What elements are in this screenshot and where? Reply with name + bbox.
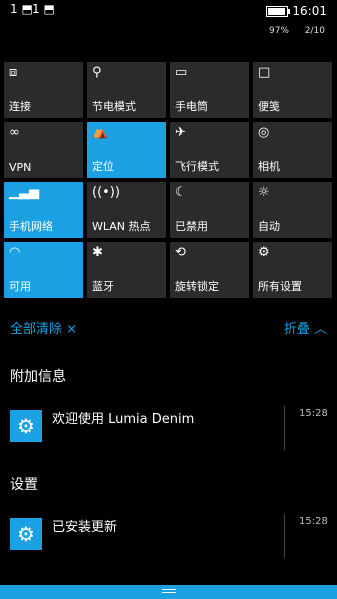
- location-icon: ⛺: [92, 125, 109, 140]
- drag-handle-bar[interactable]: [0, 585, 337, 599]
- tile-camera[interactable]: ◎ 相机: [253, 122, 332, 178]
- notification-update[interactable]: ⚙ 已安装更新 15:28: [0, 512, 337, 564]
- section-title-settings: 设置: [10, 477, 38, 493]
- notification-time: 15:28: [299, 516, 328, 527]
- brightness-icon: ☼: [258, 185, 270, 200]
- tile-vpn[interactable]: ∞ VPN: [4, 122, 83, 178]
- tile-location[interactable]: ⛺ 定位: [87, 122, 166, 178]
- tile-label: WLAN 热点: [92, 220, 151, 233]
- battery-icon: [266, 6, 290, 17]
- gear-icon: ⚙: [10, 410, 42, 442]
- notification-time: 15:28: [299, 408, 328, 419]
- tile-label: 节电模式: [92, 100, 136, 113]
- tile-connect[interactable]: ⧈ 连接: [4, 62, 83, 118]
- hotspot-icon: ((•)): [92, 185, 120, 200]
- airplane-icon: ✈: [175, 125, 186, 140]
- sim2-signal-icon: 1 ⬒: [32, 2, 55, 16]
- tile-label: 自动: [258, 220, 280, 233]
- bluetooth-icon: ✱: [92, 245, 103, 260]
- tile-label: 手电筒: [175, 100, 208, 113]
- tile-quiet-hours[interactable]: ☾ 已禁用: [170, 182, 249, 238]
- connect-icon: ⧈: [9, 65, 18, 80]
- status-bar: 1 ⬒ 1 ⬒ 16:01 97% 2/10: [0, 0, 337, 44]
- tile-rotation-lock[interactable]: ⟲ 旋转锁定: [170, 242, 249, 298]
- tile-all-settings[interactable]: ⚙ 所有设置: [253, 242, 332, 298]
- tile-label: 连接: [9, 100, 31, 113]
- tile-label: 已禁用: [175, 220, 208, 233]
- wifi-icon: ◠: [9, 245, 21, 260]
- moon-icon: ☾: [175, 185, 187, 200]
- tile-wifi[interactable]: ◠ 可用: [4, 242, 83, 298]
- flashlight-icon: ▭: [175, 65, 188, 80]
- tile-label: 飞行模式: [175, 160, 219, 173]
- tile-wlan-hotspot[interactable]: ((•)) WLAN 热点: [87, 182, 166, 238]
- rotation-lock-icon: ⟲: [175, 245, 186, 260]
- tile-battery-saver[interactable]: ⚲ 节电模式: [87, 62, 166, 118]
- vpn-icon: ∞: [9, 125, 20, 140]
- clock-time: 16:01: [292, 4, 327, 18]
- sim1-signal-icon: 1 ⬒: [10, 2, 33, 16]
- tile-brightness[interactable]: ☼ 自动: [253, 182, 332, 238]
- section-title-additional-info: 附加信息: [10, 369, 66, 385]
- tile-label: 便笺: [258, 100, 280, 113]
- action-center-controls: 全部清除 × 折叠 ︿: [0, 318, 337, 337]
- notification-text: 已安装更新: [52, 520, 118, 535]
- tile-label: 相机: [258, 160, 280, 173]
- tile-note[interactable]: □ 便笺: [253, 62, 332, 118]
- note-icon: □: [258, 65, 271, 80]
- cellular-signal-icon: ▁▃▅: [9, 185, 39, 200]
- tile-label: 所有设置: [258, 280, 302, 293]
- battery-percent: 97%: [268, 26, 289, 36]
- tile-label: 蓝牙: [92, 280, 114, 293]
- tile-label: 手机网络: [9, 220, 53, 233]
- collapse-button[interactable]: 折叠 ︿: [284, 318, 327, 337]
- divider: [284, 514, 285, 558]
- notification-page: 2/10: [304, 26, 325, 36]
- camera-icon: ◎: [258, 125, 270, 140]
- notification-text: 欢迎使用 Lumia Denim: [52, 412, 195, 427]
- tile-airplane-mode[interactable]: ✈ 飞行模式: [170, 122, 249, 178]
- gear-icon: ⚙: [258, 245, 270, 260]
- clear-all-button[interactable]: 全部清除 ×: [10, 318, 77, 337]
- tile-cellular[interactable]: ▁▃▅ 手机网络: [4, 182, 83, 238]
- tile-label: 可用: [9, 280, 31, 293]
- tile-label: VPN: [9, 161, 32, 174]
- gear-icon: ⚙: [10, 518, 42, 550]
- divider: [284, 406, 285, 450]
- battery-saver-icon: ⚲: [92, 65, 102, 80]
- notification-welcome[interactable]: ⚙ 欢迎使用 Lumia Denim 15:28: [0, 404, 337, 456]
- tile-flashlight[interactable]: ▭ 手电筒: [170, 62, 249, 118]
- tile-label: 定位: [92, 160, 114, 173]
- tile-bluetooth[interactable]: ✱ 蓝牙: [87, 242, 166, 298]
- handle-icon: [161, 589, 176, 590]
- tile-label: 旋转锁定: [175, 280, 219, 293]
